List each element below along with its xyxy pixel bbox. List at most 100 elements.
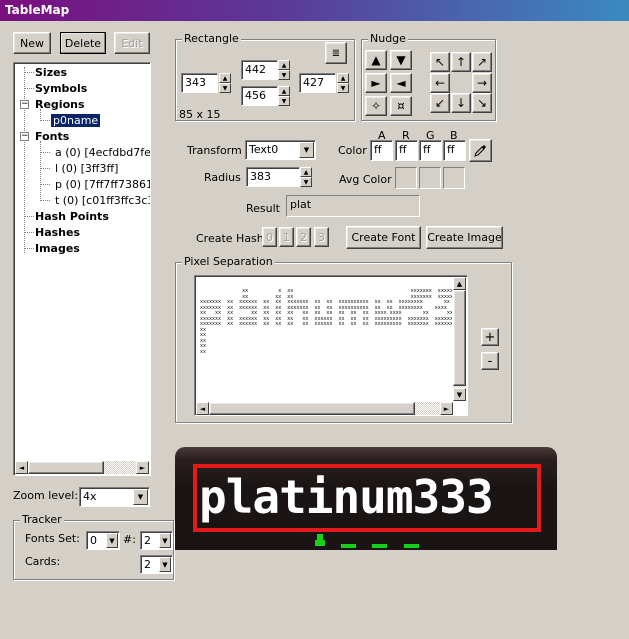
color-a-input[interactable]: ff — [370, 140, 393, 161]
card-chip — [404, 544, 419, 548]
zoom-out-button[interactable]: - — [481, 352, 499, 370]
delete-button[interactable]: Delete — [60, 32, 106, 54]
nudge-down-right-icon[interactable]: ↘ — [472, 93, 492, 113]
color-a-value: ff — [374, 143, 382, 156]
grab-rect-icon[interactable]: ≣ — [325, 42, 347, 64]
spin-up-icon[interactable]: ▲ — [278, 86, 290, 96]
spin-up-icon[interactable]: ▲ — [219, 73, 231, 83]
radius-label: Radius — [204, 171, 241, 184]
nudge-shrink-icon[interactable]: ¤ — [390, 96, 412, 116]
window-title: TableMap — [0, 0, 629, 21]
tree-item-symbols[interactable]: Symbols — [35, 82, 87, 95]
preview-text: platinum333 — [199, 470, 494, 524]
collapse-regions-icon[interactable]: − — [20, 100, 29, 109]
color-b-input[interactable]: ff — [443, 140, 466, 161]
color-g-input[interactable]: ff — [419, 140, 442, 161]
scroll-left-icon[interactable]: ◄ — [15, 461, 28, 474]
create-hash-1-button[interactable]: 1 — [279, 227, 294, 247]
fonts-set-select[interactable]: 0 ▼ — [86, 531, 120, 550]
rect-left-input[interactable]: 343 — [181, 73, 218, 93]
rect-top-input[interactable]: 442 — [241, 60, 278, 80]
create-font-button[interactable]: Create Font — [346, 226, 421, 249]
spin-up-icon[interactable]: ▲ — [300, 167, 312, 177]
create-hash-0-button[interactable]: 0 — [262, 227, 277, 247]
result-value: plat — [290, 198, 312, 211]
card-chip — [315, 540, 325, 546]
eyedropper-icon[interactable] — [469, 139, 492, 162]
nudge-up-right-icon[interactable]: ↗ — [472, 52, 492, 72]
spin-down-icon[interactable]: ▼ — [278, 70, 290, 80]
create-hash-label: Create Hash — [196, 232, 264, 245]
zoom-label: Zoom level: — [13, 489, 79, 502]
nudge-right-icon[interactable]: → — [472, 73, 492, 93]
edit-button[interactable]: Edit — [114, 32, 150, 54]
result-label: Result — [246, 202, 280, 215]
scroll-up-icon[interactable]: ▲ — [453, 277, 466, 290]
scroll-right-icon[interactable]: ► — [440, 402, 453, 415]
nudge-grow-down-icon[interactable]: ▼ — [390, 50, 412, 70]
chevron-down-icon[interactable]: ▼ — [299, 142, 314, 158]
rectangle-title: Rectangle — [182, 32, 241, 45]
scroll-left-icon[interactable]: ◄ — [196, 402, 209, 415]
spin-up-icon[interactable]: ▲ — [278, 60, 290, 70]
color-r-value: ff — [399, 143, 407, 156]
tree-item-images[interactable]: Images — [35, 242, 80, 255]
tree-item-regions[interactable]: Regions — [35, 98, 85, 111]
nudge-up-icon[interactable]: ↑ — [451, 52, 471, 72]
new-button[interactable]: New — [13, 32, 51, 54]
tracker-title: Tracker — [20, 513, 64, 526]
tree-item-hash-points[interactable]: Hash Points — [35, 210, 109, 223]
spin-down-icon[interactable]: ▼ — [278, 96, 290, 106]
tree-item-sizes[interactable]: Sizes — [35, 66, 67, 79]
tree-item-font[interactable]: l (0) [3ff3ff] — [55, 162, 118, 175]
spin-down-icon[interactable]: ▼ — [219, 83, 231, 93]
tree-item-font[interactable]: a (0) [4ecfdbd7fe7f — [55, 146, 150, 159]
zoom-in-button[interactable]: + — [481, 328, 499, 346]
fonts-set-label: Fonts Set: — [25, 532, 80, 545]
nudge-down-icon[interactable]: ↓ — [451, 93, 471, 113]
chevron-down-icon[interactable]: ▼ — [159, 533, 171, 548]
scroll-down-icon[interactable]: ▼ — [453, 388, 466, 401]
nudge-grow-right-icon[interactable]: ► — [365, 73, 387, 93]
color-b-value: ff — [447, 143, 455, 156]
cards-select[interactable]: 2 ▼ — [140, 555, 173, 574]
cards-label: Cards: — [25, 555, 61, 568]
create-hash-2-button[interactable]: 2 — [296, 227, 311, 247]
radius-input[interactable]: 383 — [246, 167, 300, 187]
create-hash-3-button[interactable]: 3 — [314, 227, 329, 247]
tree-hscroll-thumb[interactable] — [28, 461, 104, 474]
card-chip — [372, 544, 387, 548]
zoom-select[interactable]: 4x ▼ — [79, 487, 150, 507]
collapse-fonts-icon[interactable]: − — [20, 132, 29, 141]
spin-up-icon[interactable]: ▲ — [337, 73, 349, 83]
rect-right-input[interactable]: 427 — [299, 73, 336, 93]
pixel-hscroll-thumb[interactable] — [209, 402, 415, 415]
nudge-grow-icon[interactable]: ✧ — [365, 96, 387, 116]
nudge-grow-up-icon[interactable]: ▲ — [365, 50, 387, 70]
tablemap-tree[interactable]: Sizes Symbols − Regions p0name − Fonts a… — [13, 62, 151, 476]
tree-item-font[interactable]: t (0) [c01ff3ffc3c3] — [55, 194, 150, 207]
nudge-grow-left-icon[interactable]: ◄ — [390, 73, 412, 93]
scroll-right-icon[interactable]: ► — [136, 461, 149, 474]
rect-size-text: 85 x 15 — [179, 108, 221, 121]
tree-item-font[interactable]: p (0) [7ff7ff738618 — [55, 178, 150, 191]
rect-bottom-input[interactable]: 456 — [241, 86, 278, 106]
spin-down-icon[interactable]: ▼ — [300, 177, 312, 187]
nudge-title: Nudge — [368, 32, 408, 45]
chevron-down-icon[interactable]: ▼ — [133, 489, 148, 505]
tree-item-fonts[interactable]: Fonts — [35, 130, 69, 143]
table-preview: platinum333 — [175, 447, 557, 550]
hash-count-select[interactable]: 2 ▼ — [140, 531, 173, 550]
nudge-down-left-icon[interactable]: ↙ — [430, 93, 450, 113]
chevron-down-icon[interactable]: ▼ — [159, 557, 171, 572]
nudge-up-left-icon[interactable]: ↖ — [430, 52, 450, 72]
pixel-vscroll-thumb[interactable] — [453, 290, 466, 386]
chevron-down-icon[interactable]: ▼ — [106, 533, 118, 548]
tree-item-region-selected[interactable]: p0name — [51, 114, 101, 127]
nudge-left-icon[interactable]: ← — [430, 73, 450, 93]
tree-item-hashes[interactable]: Hashes — [35, 226, 80, 239]
spin-down-icon[interactable]: ▼ — [337, 83, 349, 93]
create-image-button[interactable]: Create Image — [426, 226, 503, 249]
color-r-input[interactable]: ff — [395, 140, 418, 161]
transform-select[interactable]: Text0 ▼ — [245, 140, 316, 160]
